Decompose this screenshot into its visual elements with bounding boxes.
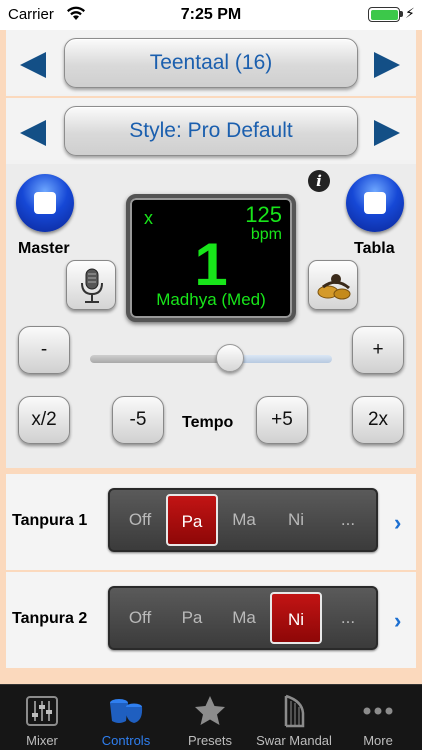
harp-icon — [284, 694, 305, 728]
tab-swar-mandal[interactable]: Swar Mandal — [252, 685, 336, 750]
tanpura-1-chevron-right-icon[interactable]: › — [394, 510, 401, 536]
tabla-player-icon — [317, 274, 351, 300]
tabla-drums-icon — [110, 699, 143, 723]
tanpura-2-option-more[interactable]: ... — [322, 592, 374, 644]
tanpura-1-option-ni[interactable]: Ni — [270, 494, 322, 546]
taal-prev-arrow-icon[interactable] — [20, 52, 46, 78]
tempo-half-button[interactable]: x/2 — [18, 396, 70, 444]
tanpura-2-option-ma[interactable]: Ma — [218, 592, 270, 644]
tanpura-2-chevron-right-icon[interactable]: › — [394, 608, 401, 634]
tabla-label: Tabla — [354, 240, 395, 257]
battery-tip — [400, 11, 403, 17]
tempo-label: Tempo — [182, 414, 234, 431]
tab-bar: Mixer Controls Presets Swar Mandal More — [0, 684, 422, 750]
tanpura-2-option-pa[interactable]: Pa — [166, 592, 218, 644]
tanpura-1-option-more[interactable]: ... — [322, 494, 374, 546]
more-dots-icon — [363, 707, 393, 715]
tempo-double-button[interactable]: 2x — [352, 396, 404, 444]
tab-more[interactable]: More — [336, 685, 420, 750]
tabla-stop-button[interactable] — [346, 174, 404, 232]
bpm-value: 125 — [245, 202, 282, 227]
tempo-decrease-button[interactable]: - — [18, 326, 70, 374]
tab-presets-label: Presets — [187, 733, 233, 748]
tab-mixer-label: Mixer — [26, 733, 58, 748]
display-marker: x — [144, 208, 153, 228]
tab-swar-mandal-label: Swar Mandal — [256, 733, 332, 748]
beat-display: x 125 bpm 1 Madhya (Med) — [126, 194, 296, 322]
tanpura-2-label: Tanpura 2 — [12, 610, 88, 627]
beat-number: 1 — [194, 231, 228, 298]
tab-controls[interactable]: Controls — [84, 685, 168, 750]
info-icon[interactable]: i — [308, 170, 330, 192]
tempo-minus5-button[interactable]: -5 — [112, 396, 164, 444]
tanpura-2-row: Tanpura 2 Off Pa Ma Ni ... › — [6, 572, 416, 668]
taal-selector-row: Teentaal (16) — [6, 30, 416, 94]
tanpura-1-label: Tanpura 1 — [12, 512, 88, 529]
tanpura-1-option-off[interactable]: Off — [114, 494, 166, 546]
stop-icon — [364, 192, 386, 214]
microphone-icon — [81, 268, 103, 303]
tab-presets[interactable]: Presets — [168, 685, 252, 750]
tanpura-1-option-ma[interactable]: Ma — [218, 494, 270, 546]
tanpura-1-row: Tanpura 1 Off Pa Ma Ni ... › — [6, 474, 416, 570]
battery-icon — [368, 7, 400, 22]
laya-label: Madhya (Med) — [156, 290, 266, 309]
microphone-button[interactable] — [66, 260, 116, 310]
tanpura-2-option-off[interactable]: Off — [114, 592, 166, 644]
tempo-increase-button[interactable]: + — [352, 326, 404, 374]
tab-mixer[interactable]: Mixer — [0, 685, 84, 750]
tempo-slider-track — [230, 355, 332, 363]
style-next-arrow-icon[interactable] — [374, 120, 400, 146]
style-selector-button[interactable]: Style: Pro Default — [64, 106, 358, 156]
tempo-slider-fill — [90, 355, 231, 363]
master-label: Master — [18, 240, 70, 257]
tanpura-2-segmented-control: Off Pa Ma Ni ... — [108, 586, 378, 650]
tab-controls-label: Controls — [101, 733, 151, 748]
style-prev-arrow-icon[interactable] — [20, 120, 46, 146]
charging-bolt-icon: ⚡ — [405, 5, 415, 21]
status-time: 7:25 PM — [180, 6, 242, 23]
playback-controls: Master Tabla i x 125 bpm 1 Madhya (Med) — [6, 164, 416, 468]
tab-more-label: More — [363, 733, 393, 748]
master-stop-button[interactable] — [16, 174, 74, 232]
star-icon — [195, 696, 225, 725]
stop-icon — [34, 192, 56, 214]
tanpura-2-option-ni[interactable]: Ni — [270, 592, 322, 644]
tanpura-1-option-pa[interactable]: Pa — [166, 494, 218, 546]
taal-selector-button[interactable]: Teentaal (16) — [64, 38, 358, 88]
tempo-plus5-button[interactable]: +5 — [256, 396, 308, 444]
tabla-player-button[interactable] — [308, 260, 358, 310]
style-selector-row: Style: Pro Default — [6, 96, 416, 160]
mixer-icon — [26, 696, 58, 726]
tempo-slider-thumb[interactable] — [216, 344, 245, 372]
status-bar: Carrier 7:25 PM ⚡ — [0, 0, 422, 30]
tanpura-1-segmented-control: Off Pa Ma Ni ... — [108, 488, 378, 552]
tempo-slider[interactable] — [90, 344, 332, 372]
taal-next-arrow-icon[interactable] — [374, 52, 400, 78]
controls-panel: Teentaal (16) Style: Pro Default Master … — [6, 30, 416, 468]
